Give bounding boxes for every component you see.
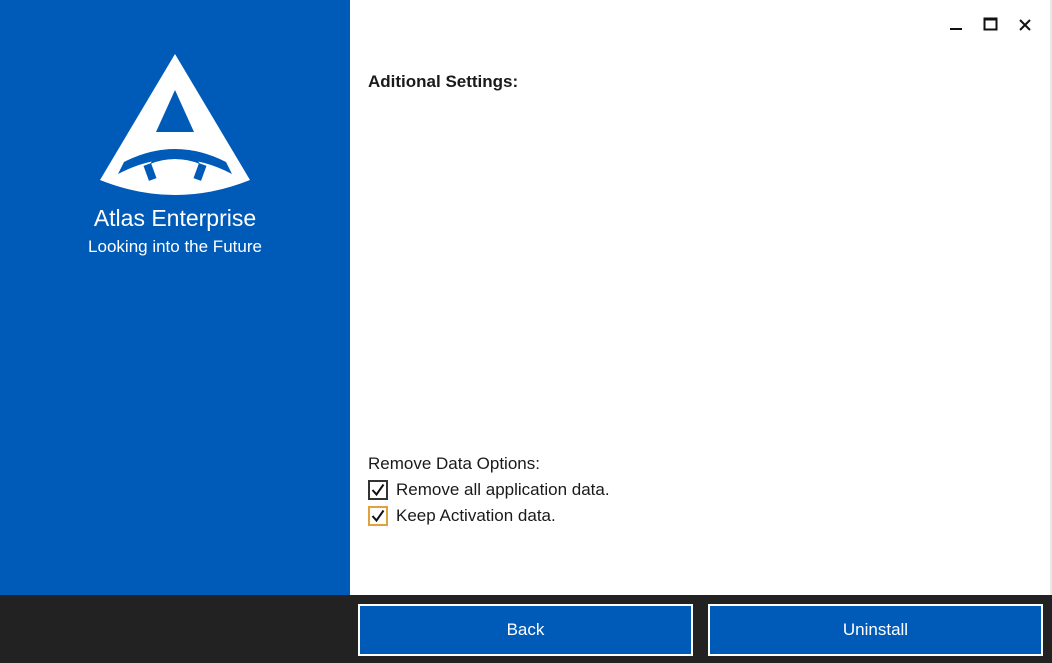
- keep-activation-data-label: Keep Activation data.: [396, 506, 556, 525]
- minimize-button[interactable]: [943, 12, 969, 38]
- remove-data-options-title: Remove Data Options:: [368, 454, 540, 473]
- uninstall-button[interactable]: Uninstall: [708, 604, 1043, 656]
- checkmark-icon: [371, 509, 385, 523]
- remove-app-data-option[interactable]: Remove all application data.: [368, 478, 610, 502]
- footer-bar: Back Uninstall: [0, 595, 1052, 663]
- atlas-logo-icon: [100, 54, 250, 195]
- brand-sidebar: Atlas Enterprise Looking into the Future: [0, 0, 350, 595]
- app-name: Atlas Enterprise: [93, 205, 257, 231]
- keep-activation-data-option[interactable]: Keep Activation data.: [368, 504, 556, 528]
- close-button[interactable]: [1012, 12, 1038, 38]
- section-title: Aditional Settings:: [368, 72, 519, 91]
- close-icon: [1019, 19, 1031, 31]
- maximize-button[interactable]: [978, 12, 1004, 38]
- maximize-icon: [983, 17, 998, 31]
- app-tagline: Looking into the Future: [88, 237, 262, 256]
- main-panel: Aditional Settings: Remove Data Options:…: [350, 0, 1052, 595]
- back-button[interactable]: Back: [358, 604, 693, 656]
- checkmark-icon: [371, 483, 385, 497]
- remove-app-data-checkbox[interactable]: [368, 480, 388, 500]
- minimize-icon: [950, 28, 962, 30]
- keep-activation-data-checkbox[interactable]: [368, 506, 388, 526]
- remove-app-data-label: Remove all application data.: [396, 480, 610, 499]
